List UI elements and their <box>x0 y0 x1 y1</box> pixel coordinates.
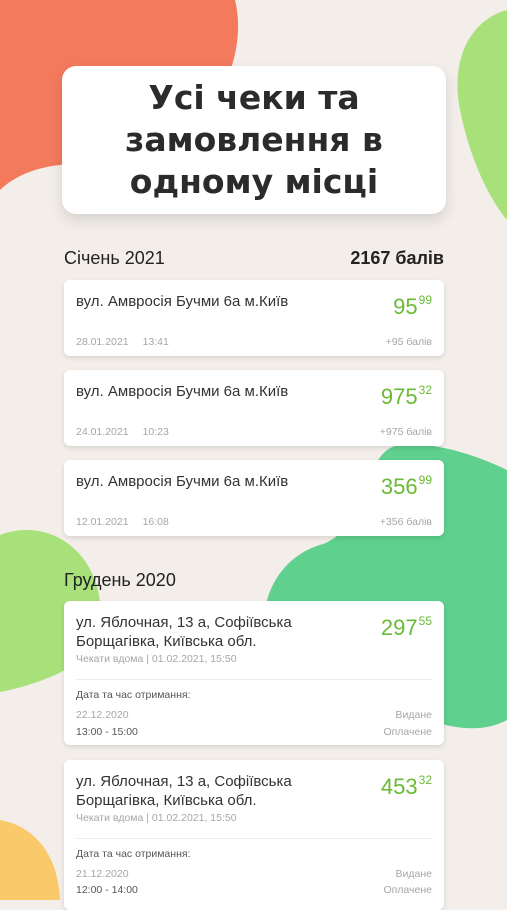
order-amount: 29755 <box>380 613 432 640</box>
receipt-card[interactable]: вул. Амвросія Бучми 6а м.Київ 9599 28.01… <box>64 280 444 356</box>
divider <box>76 838 432 839</box>
divider <box>76 679 432 680</box>
month-label: Січень 2021 <box>64 248 165 268</box>
status-paid: Оплачене <box>383 726 432 738</box>
receipt-amount: 97532 <box>380 382 432 409</box>
receipt-address: вул. Амвросія Бучми 6а м.Київ <box>76 383 289 400</box>
yellow-blob <box>0 820 60 900</box>
status-issued: Видане <box>395 709 432 721</box>
receipt-amount: 35699 <box>380 472 432 499</box>
order-delivery: Чекати вдома | 01.02.2021, 15:50 <box>76 812 237 824</box>
receipt-address: вул. Амвросія Бучми 6а м.Київ <box>76 293 289 310</box>
receive-date: 21.12.2020 <box>76 868 129 880</box>
order-address: ул. Яблочная, 13 а, Софіївська Борщагівк… <box>76 773 292 809</box>
receipt-datetime: 24.01.2021 10:23 <box>76 426 169 438</box>
month-label: Грудень 2020 <box>64 570 176 590</box>
receipt-datetime: 12.01.2021 16:08 <box>76 516 169 528</box>
order-card[interactable]: ул. Яблочная, 13 а, Софіївська Борщагівк… <box>64 601 444 745</box>
receive-label: Дата та час отримання: <box>76 689 191 701</box>
hero-title: Усі чеки та замовлення в одному місці <box>125 78 383 201</box>
receive-label: Дата та час отримання: <box>76 848 191 860</box>
receive-time: 13:00 - 15:00 <box>76 726 138 738</box>
status-paid: Оплачене <box>383 884 432 896</box>
receipt-address: вул. Амвросія Бучми 6а м.Київ <box>76 473 289 490</box>
receipt-bonus: +95 балів <box>385 336 432 348</box>
order-address: ул. Яблочная, 13 а, Софіївська Борщагівк… <box>76 614 292 650</box>
order-delivery: Чекати вдома | 01.02.2021, 15:50 <box>76 653 237 665</box>
hero-card: Усі чеки та замовлення в одному місці <box>62 66 446 214</box>
receive-date: 22.12.2020 <box>76 709 129 721</box>
order-card[interactable]: ул. Яблочная, 13 а, Софіївська Борщагівк… <box>64 760 444 910</box>
status-issued: Видане <box>395 868 432 880</box>
section-header-december: Грудень 2020 <box>64 570 444 591</box>
receive-time: 12:00 - 14:00 <box>76 884 138 896</box>
receipt-bonus: +356 балів <box>379 516 432 528</box>
points-total: 2167 балів <box>350 248 444 268</box>
receipt-card[interactable]: вул. Амвросія Бучми 6а м.Київ 35699 12.0… <box>64 460 444 536</box>
section-header-january: Січень 2021 2167 балів <box>64 248 444 269</box>
receipt-datetime: 28.01.2021 13:41 <box>76 336 169 348</box>
receipt-bonus: +975 балів <box>379 426 432 438</box>
order-amount: 45332 <box>380 772 432 799</box>
receipt-amount: 9599 <box>393 292 432 319</box>
lightgreen-blob-top-right <box>457 10 507 220</box>
receipt-card[interactable]: вул. Амвросія Бучми 6а м.Київ 97532 24.0… <box>64 370 444 446</box>
